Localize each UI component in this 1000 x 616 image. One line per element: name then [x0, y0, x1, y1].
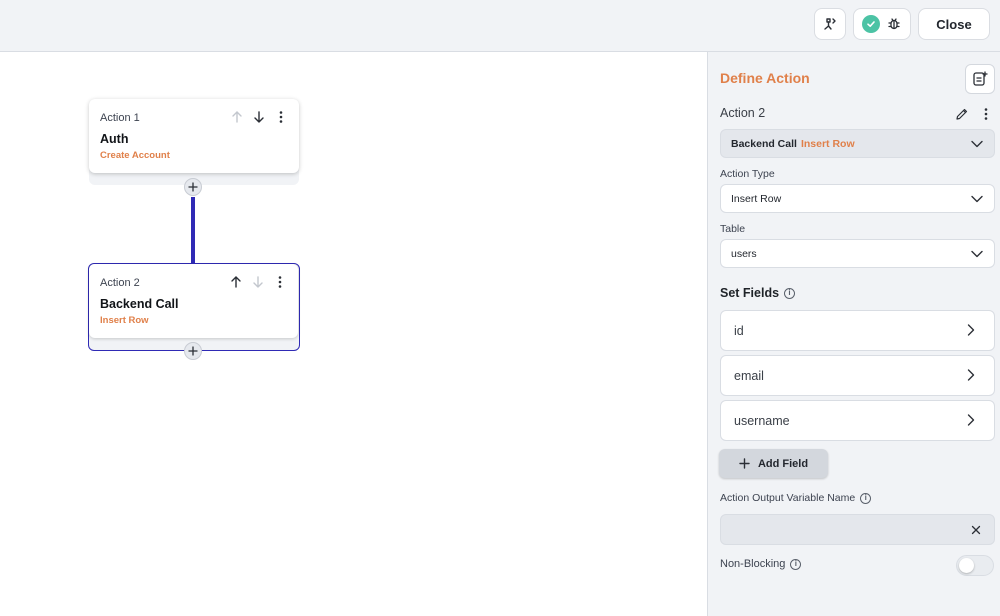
- set-fields-label: Set Fields: [720, 286, 780, 300]
- non-blocking-heading: Non-Blocking i: [720, 558, 802, 570]
- bug-icon: [886, 16, 902, 32]
- toggle-knob: [959, 558, 974, 573]
- check-circle-icon: [862, 15, 880, 33]
- action-type-value: Insert Row: [731, 192, 782, 205]
- action-name-label: Action 2: [720, 106, 766, 120]
- table-select[interactable]: users: [720, 239, 995, 268]
- action-card-controls: [229, 109, 289, 125]
- info-icon[interactable]: i: [784, 287, 796, 299]
- more-options-icon[interactable]: [273, 109, 289, 125]
- action-name-controls: [954, 106, 994, 122]
- document-add-icon: [973, 71, 988, 86]
- debug-status-button[interactable]: [853, 8, 911, 40]
- action-category-secondary: Insert Row: [800, 137, 855, 150]
- plus-icon: [739, 458, 750, 469]
- field-row-email[interactable]: email: [720, 355, 995, 396]
- move-up-arrow-icon[interactable]: [228, 274, 244, 290]
- field-name: username: [734, 413, 790, 428]
- edit-pencil-icon[interactable]: [954, 106, 970, 122]
- action-category-primary: Backend Call: [731, 137, 797, 150]
- more-options-icon[interactable]: [272, 274, 288, 290]
- add-action-button[interactable]: [184, 342, 202, 360]
- action-card-title: Backend Call: [100, 297, 179, 311]
- add-field-label: Add Field: [757, 457, 809, 470]
- action-card-label: Action 2: [100, 277, 140, 289]
- move-up-arrow-icon[interactable]: [229, 109, 245, 125]
- set-fields-heading: Set Fields i: [720, 286, 796, 300]
- action-card-2[interactable]: Action 2 Backend Call Insert Row: [88, 263, 300, 351]
- clear-icon[interactable]: [970, 523, 982, 541]
- output-variable-heading: Action Output Variable Name i: [720, 492, 872, 504]
- chevron-down-icon: [970, 247, 984, 264]
- flow-tree-icon: [822, 16, 838, 32]
- action-type-select[interactable]: Insert Row: [720, 184, 995, 213]
- field-name: id: [734, 323, 744, 338]
- flow-tree-button[interactable]: [814, 8, 846, 40]
- action-connector-line: [191, 197, 195, 263]
- action-card-label: Action 1: [100, 112, 140, 124]
- action-card-controls: [228, 274, 288, 290]
- chevron-down-icon: [970, 192, 984, 209]
- chevron-down-icon: [970, 137, 984, 154]
- field-row-username[interactable]: username: [720, 400, 995, 441]
- define-action-panel: Define Action Action 2 Backend Call Inse…: [707, 52, 1000, 616]
- non-blocking-toggle[interactable]: [956, 555, 994, 576]
- action-card-title: Auth: [100, 132, 129, 146]
- non-blocking-label: Non-Blocking: [720, 558, 786, 570]
- info-icon[interactable]: i: [790, 558, 802, 570]
- action-card-body: Action 1 Auth Create Account: [89, 99, 299, 173]
- action-docs-button[interactable]: [965, 64, 995, 94]
- top-toolbar: Close: [0, 0, 1000, 52]
- close-button[interactable]: Close: [918, 8, 990, 40]
- action-card-1[interactable]: Action 1 Auth Create Account: [89, 99, 299, 185]
- table-label: Table: [720, 223, 746, 235]
- action-card-body: Action 2 Backend Call Insert Row: [89, 264, 298, 338]
- info-icon[interactable]: i: [860, 492, 872, 504]
- move-down-arrow-icon[interactable]: [251, 109, 267, 125]
- output-variable-label: Action Output Variable Name: [720, 492, 856, 504]
- field-row-id[interactable]: id: [720, 310, 995, 351]
- output-variable-input[interactable]: [720, 514, 995, 545]
- field-name: email: [734, 368, 764, 383]
- chevron-right-icon: [964, 413, 978, 430]
- more-options-icon[interactable]: [978, 106, 994, 122]
- move-down-arrow-icon[interactable]: [250, 274, 266, 290]
- add-action-button[interactable]: [184, 178, 202, 196]
- chevron-right-icon: [964, 323, 978, 340]
- table-value: users: [731, 247, 757, 260]
- action-category-select[interactable]: Backend Call Insert Row: [720, 129, 995, 158]
- add-field-button[interactable]: Add Field: [719, 449, 828, 478]
- panel-title: Define Action: [720, 70, 810, 86]
- action-type-label: Action Type: [720, 168, 775, 180]
- plus-icon: [188, 182, 198, 192]
- plus-icon: [188, 346, 198, 356]
- action-card-subtitle: Create Account: [100, 150, 170, 161]
- chevron-right-icon: [964, 368, 978, 385]
- action-card-subtitle: Insert Row: [100, 315, 149, 326]
